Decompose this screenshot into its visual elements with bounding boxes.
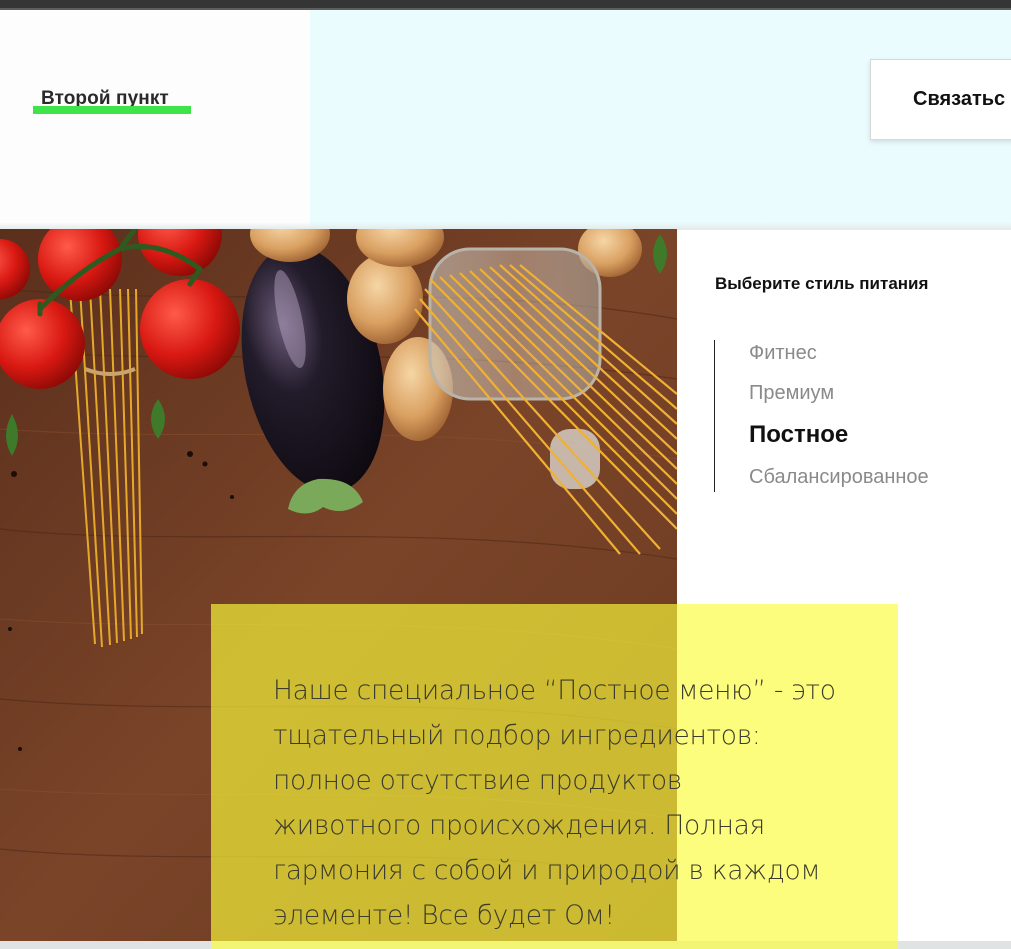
diet-style-balanced[interactable]: Сбалансированное: [749, 466, 929, 489]
diet-style-heading: Выберите стиль питания: [715, 274, 929, 293]
promo-text: Наше специальное “Постное меню” - это тщ…: [273, 668, 873, 938]
contact-button[interactable]: Связатьс: [870, 59, 1011, 140]
diet-style-fitness[interactable]: Фитнес: [749, 342, 817, 365]
diet-style-lenten[interactable]: Постное: [749, 421, 848, 449]
diet-style-list: Фитнес Премиум Постное Сбалансированное: [714, 340, 994, 492]
contact-button-label: Связатьс: [913, 88, 1006, 110]
promo-line: гармония с собой и природой в каждом: [273, 855, 821, 886]
promo-line: животного происхождения. Полная: [273, 810, 765, 841]
promo-line: элементе! Все будет Ом!: [273, 900, 615, 931]
promo-line: полное отсутствие продуктов: [273, 765, 683, 796]
promo-line: Наше специальное “Постное меню” - это: [273, 675, 836, 706]
diet-style-premium[interactable]: Премиум: [749, 382, 834, 405]
promo-box: Наше специальное “Постное меню” - это тщ…: [211, 604, 898, 949]
nav-item-underline: [33, 106, 191, 114]
promo-line: тщательный подбор ингредиентов:: [273, 720, 761, 751]
